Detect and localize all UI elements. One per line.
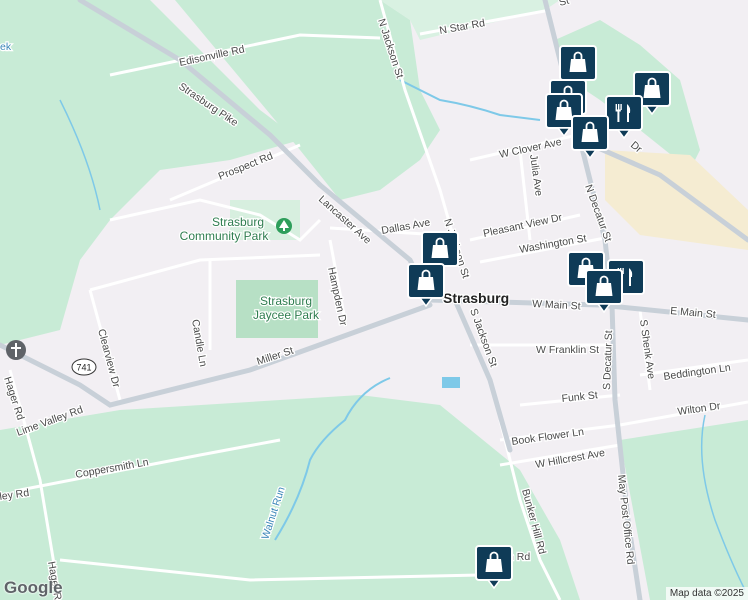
map-attribution[interactable]: Map data ©2025 — [665, 587, 748, 600]
label-community-park-1: Strasburg — [212, 215, 264, 229]
label-s-decatur-st: S Decatur St — [601, 330, 615, 390]
google-logo[interactable]: Google — [4, 578, 63, 598]
pond — [442, 377, 460, 388]
label-jaycee-park-2: Jaycee Park — [253, 308, 320, 322]
route-741-label: 741 — [76, 363, 91, 373]
label-ek-partial: ek — [0, 41, 12, 53]
label-w-franklin-st: W Franklin St — [536, 344, 599, 356]
label-community-park-2: Community Park — [180, 229, 270, 243]
park-tree-icon — [276, 218, 292, 234]
label-town-strasburg: Strasburg — [443, 290, 509, 306]
shopping-pin-6[interactable] — [421, 231, 459, 267]
label-w-main-st: W Main St — [532, 298, 581, 313]
place-of-worship-icon[interactable] — [6, 340, 26, 360]
map-canvas[interactable]: 741 N Star Rd St Edisonville Rd N Jackso… — [0, 0, 748, 600]
route-741-shield: 741 — [71, 358, 97, 376]
label-jaycee-park-1: Strasburg — [260, 294, 312, 308]
